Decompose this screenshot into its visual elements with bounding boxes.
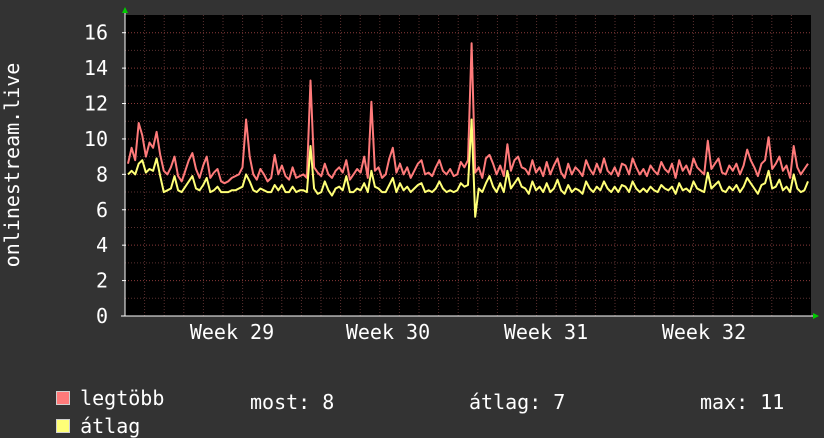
legend-item-avg: átlag [32,390,140,438]
stat-average: átlag: 7 [469,390,566,414]
plot-area [125,15,811,316]
stat-max: max: 11 [700,390,785,414]
y-tick-label: 2 [96,269,108,293]
y-tick-label: 16 [84,21,108,45]
x-tick-label: Week 31 [504,320,588,344]
y-tick-label: 0 [96,304,108,328]
y-tick-label: 4 [96,233,108,257]
y-tick-label: 6 [96,198,108,222]
y-axis-arrow-icon [122,7,128,13]
x-axis-arrow-icon [813,313,819,319]
x-tick-label: Week 30 [346,320,430,344]
avg-swatch [56,418,71,433]
y-tick-label: 10 [84,127,108,151]
legend-label-avg: átlag [80,414,141,438]
y-tick-label: 8 [96,162,108,186]
stat-now: most: 8 [250,390,335,414]
x-tick-label: Week 32 [662,320,746,344]
y-tick-label: 14 [84,56,108,80]
legend-item-max: legtöbb [32,362,164,410]
x-tick-label: Week 29 [190,320,274,344]
y-tick-label: 12 [84,92,108,116]
y-axis-label: onlinestream.live [0,63,24,268]
